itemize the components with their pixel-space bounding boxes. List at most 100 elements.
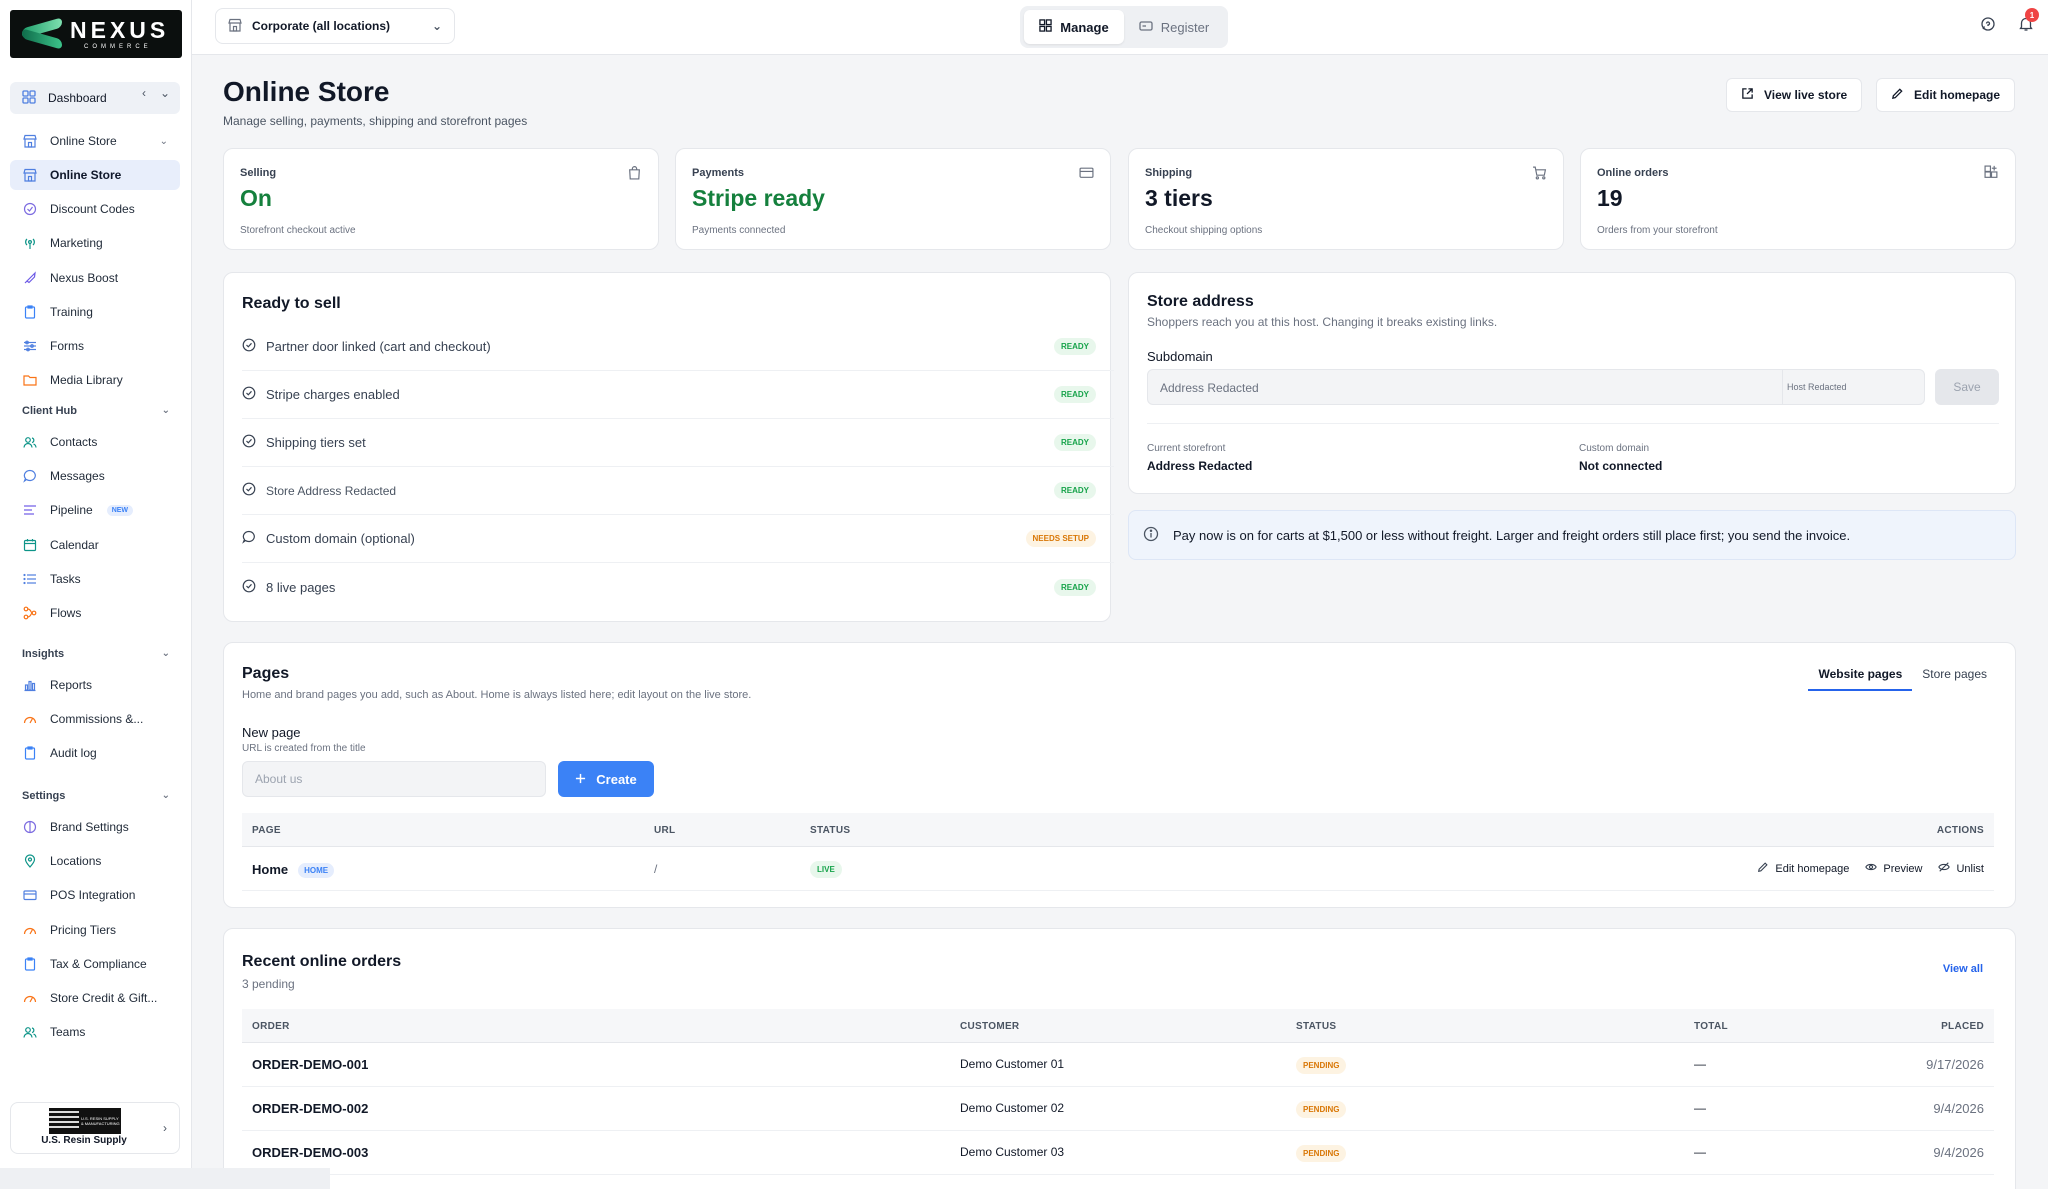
notifications-button[interactable]: 1 (2018, 8, 2039, 35)
eye-icon (1865, 861, 1878, 876)
pencil-icon (1757, 861, 1769, 876)
stat-caption: Storefront checkout active (240, 225, 356, 236)
pages-subtitle: Home and brand pages you add, such as Ab… (242, 689, 752, 701)
sidebar-item-label: Forms (50, 339, 84, 353)
create-page-label: Create (596, 771, 637, 787)
store-icon (22, 133, 38, 149)
sidebar-item-contacts[interactable]: Contacts (10, 427, 180, 457)
sidebar-item-nexus-boost[interactable]: Nexus Boost (10, 263, 180, 293)
info-icon (1143, 526, 1159, 545)
current-storefront-value: Address Redacted (1147, 459, 1253, 473)
tab-store-pages[interactable]: Store pages (1912, 667, 1997, 691)
tab-website-pages[interactable]: Website pages (1808, 667, 1913, 691)
order-id[interactable]: ORDER-DEMO-003 (252, 1145, 368, 1160)
sidebar-item-marketing[interactable]: Marketing (10, 228, 180, 258)
view-live-store-button[interactable]: View live store (1726, 78, 1863, 112)
order-id[interactable]: ORDER-DEMO-001 (252, 1057, 368, 1072)
sidebar-item-pos-integration[interactable]: POS Integration (10, 880, 180, 910)
chat-icon (242, 530, 256, 547)
row-action-label: Edit homepage (1775, 862, 1850, 875)
status-badge: READY (1053, 338, 1096, 355)
table-row[interactable]: ORDER-DEMO-001 Demo Customer 01 PENDING — 9/… (242, 1043, 1994, 1087)
save-subdomain-button[interactable]: Save (1935, 369, 1999, 405)
sidebar-item-discount-codes[interactable]: Discount Codes (10, 194, 180, 224)
sidebar-item-online-store-group[interactable]: Online Store ⌄ (10, 126, 180, 156)
sidebar-item-label: Nexus Boost (50, 271, 119, 285)
check-circle-icon (242, 386, 256, 403)
check-circle-icon (242, 579, 256, 596)
preview-action[interactable]: Preview (1865, 861, 1922, 876)
view-all-orders-link[interactable]: View all (1943, 963, 1983, 975)
brand-logo[interactable]: NEXUS COMMERCE (10, 10, 182, 58)
table-row[interactable]: ORDER-DEMO-003 Demo Customer 03 PENDING — 9/… (242, 1131, 1994, 1175)
sidebar-section-settings[interactable]: Settings ⌄ (22, 790, 170, 802)
stat-card-online-orders: Online orders 19 Orders from your storefro… (1580, 148, 2016, 250)
sidebar-item-teams[interactable]: Teams (10, 1017, 180, 1047)
column-header-placed: PLACED (1941, 1021, 1984, 1032)
calendar-icon (22, 537, 38, 553)
checklist-item: Partner door linked (cart and checkout) R… (242, 323, 1114, 371)
new-page-title-input[interactable] (242, 761, 546, 797)
chevron-down-icon: ⌄ (159, 135, 168, 147)
chevron-down-icon[interactable]: ⌄ (160, 86, 170, 100)
sidebar-item-brand-settings[interactable]: Brand Settings (10, 812, 180, 842)
custom-domain-label: Custom domain (1579, 443, 1650, 454)
manage-mode-button[interactable]: Manage (1024, 10, 1124, 44)
sidebar-item-pipeline[interactable]: Pipeline NEW (10, 495, 180, 525)
collapse-sidebar-icon[interactable]: ‹ (142, 86, 146, 100)
users-icon (22, 434, 38, 450)
sidebar-item-forms[interactable]: Forms (10, 331, 180, 361)
custom-domain-value: Not connected (1579, 459, 1663, 473)
edit-homepage-button[interactable]: Edit homepage (1876, 78, 2016, 112)
sidebar-item-label: Training (50, 305, 93, 319)
sidebar-item-online-store[interactable]: Online Store (10, 160, 180, 190)
sidebar-section-client-hub[interactable]: Client Hub ⌄ (22, 405, 170, 417)
table-row[interactable]: ORDER-DEMO-002 Demo Customer 02 PENDING — 9/… (242, 1087, 1994, 1131)
create-page-button[interactable]: Create (558, 761, 654, 797)
sidebar-item-store-credit-gift[interactable]: Store Credit & Gift... (10, 983, 180, 1013)
unlist-action[interactable]: Unlist (1938, 861, 1984, 876)
stat-caption: Orders from your storefront (1597, 225, 1718, 236)
sidebar-item-label: Pipeline (50, 503, 93, 518)
sidebar-item-pricing-tiers[interactable]: Pricing Tiers (10, 915, 180, 945)
sidebar-item-label: Commissions &... (50, 712, 144, 727)
store-icon (22, 167, 38, 183)
sliders-icon (22, 338, 38, 354)
sidebar-section-insights[interactable]: Insights ⌄ (22, 648, 170, 660)
sidebar-item-commissions[interactable]: Commissions &... (10, 704, 180, 734)
sidebar-item-audit-log[interactable]: Audit log (10, 738, 180, 768)
subdomain-field[interactable]: Address Redacted Host Redacted (1147, 369, 1925, 405)
order-placed-date: 9/17/2026 (1926, 1057, 1984, 1072)
order-total: — (1694, 1101, 1706, 1115)
sidebar-item-reports[interactable]: Reports (10, 670, 180, 700)
edit-homepage-action[interactable]: Edit homepage (1757, 861, 1849, 876)
sidebar-item-messages[interactable]: Messages (10, 461, 180, 491)
order-id[interactable]: ORDER-DEMO-002 (252, 1101, 368, 1116)
sidebar-item-training[interactable]: Training (10, 297, 180, 327)
sidebar-item-tasks[interactable]: Tasks (10, 564, 180, 594)
pin-icon (22, 853, 38, 869)
page-url: / (654, 862, 658, 876)
chevron-down-icon: ⌄ (431, 19, 442, 33)
sidebar-item-calendar[interactable]: Calendar (10, 530, 180, 560)
check-circle-icon (242, 482, 256, 499)
status-badge: READY (1053, 386, 1096, 403)
org-logo-text: U.S. RESIN SUPPLY & MANUFACTURING (81, 1116, 120, 1126)
support-chat-icon[interactable] (1980, 16, 1996, 35)
row-action-label: Preview (1883, 862, 1923, 875)
sidebar-item-media-library[interactable]: Media Library (10, 365, 180, 395)
sidebar-item-dashboard[interactable]: Dashboard ‹ ⌄ (10, 82, 180, 114)
sidebar-item-tax-compliance[interactable]: Tax & Compliance (10, 949, 180, 979)
location-select[interactable]: Corporate (all locations) ⌄ (215, 8, 455, 44)
check-circle-icon (242, 434, 256, 451)
brand-tagline: COMMERCE (84, 43, 152, 50)
bar-chart-icon (22, 677, 38, 693)
sidebar-item-locations[interactable]: Locations (10, 846, 180, 876)
org-switcher[interactable]: U.S. RESIN SUPPLY & MANUFACTURING U.S. R… (10, 1102, 180, 1154)
sidebar-section-title: Insights (22, 648, 65, 660)
pipeline-icon (22, 502, 38, 518)
sidebar-item-flows[interactable]: Flows (10, 598, 180, 628)
page-name-cell[interactable]: Home HOME (252, 862, 335, 879)
register-mode-button[interactable]: Register (1124, 10, 1224, 44)
status-badge: READY (1053, 434, 1096, 451)
